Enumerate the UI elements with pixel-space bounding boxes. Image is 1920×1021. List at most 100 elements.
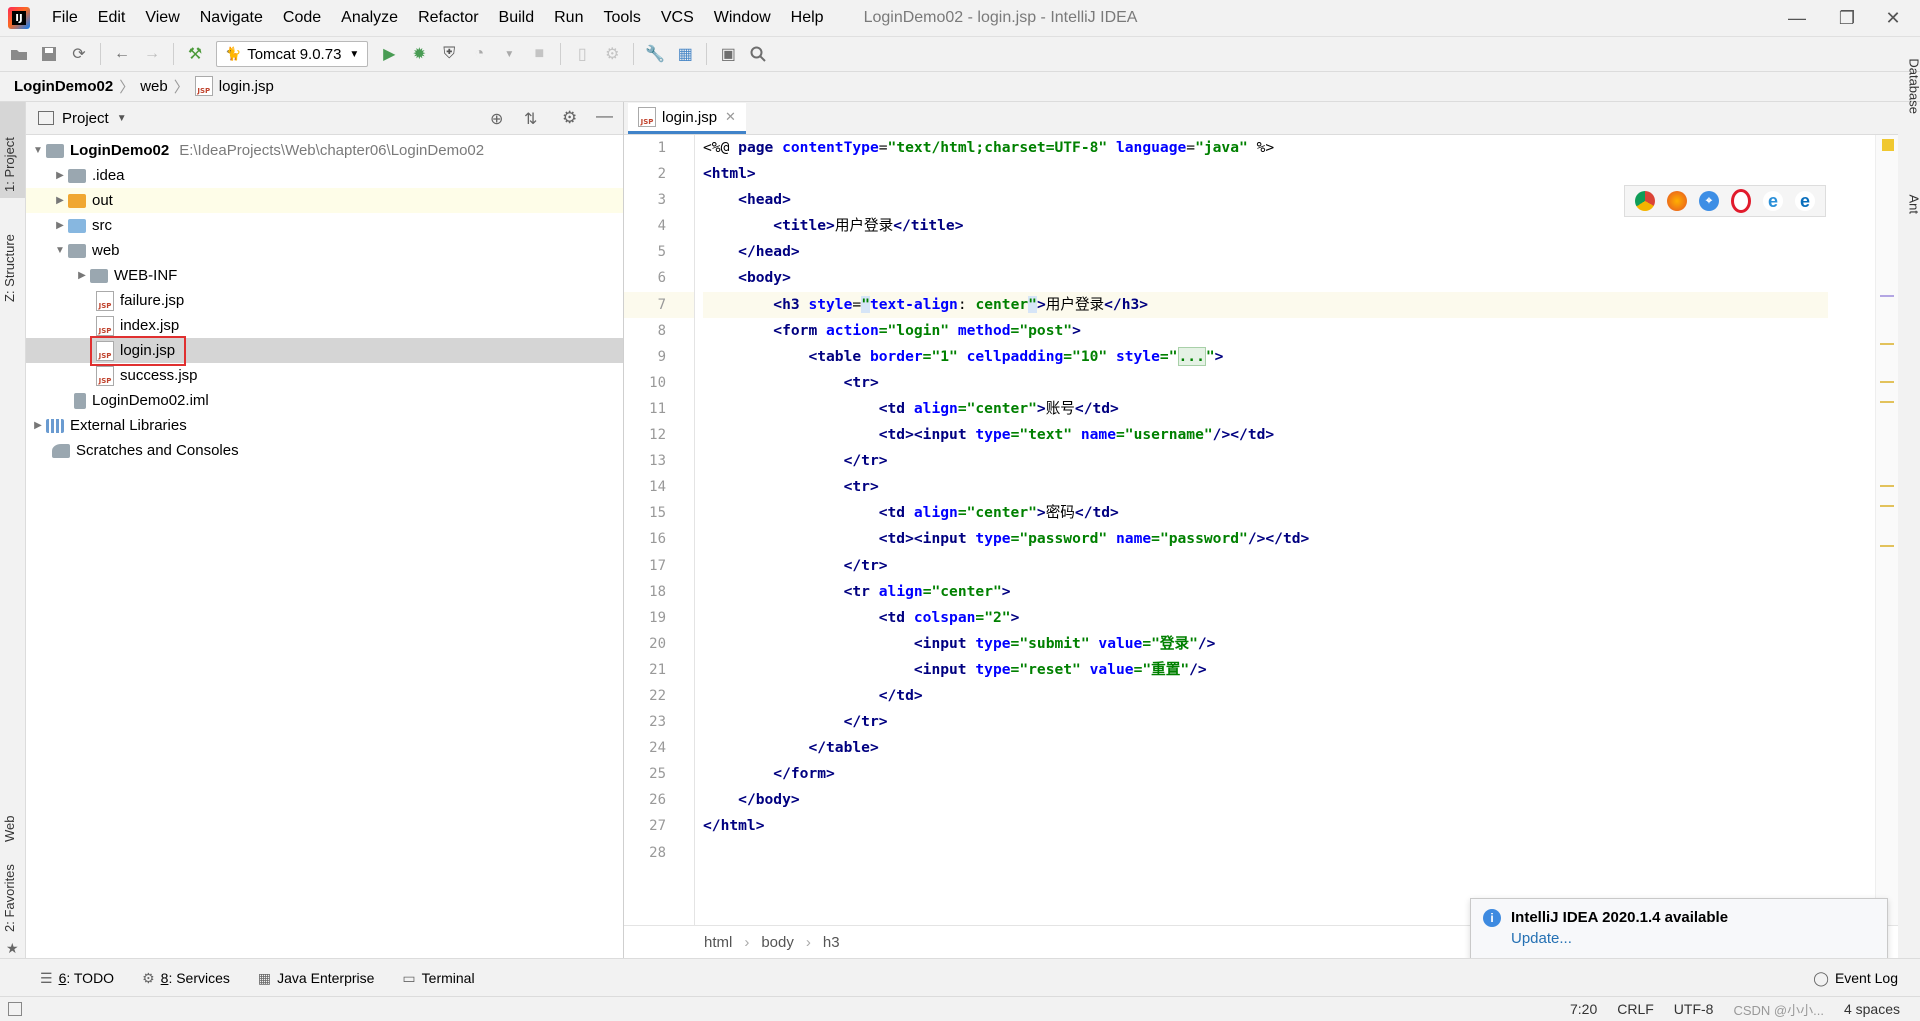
presentation-icon[interactable]: ▣ [715, 41, 741, 67]
breadcrumb-body[interactable]: body [761, 934, 794, 951]
chevron-down-icon[interactable]: ▼ [52, 245, 68, 256]
warning-marker[interactable] [1880, 401, 1894, 403]
breadcrumb-h3[interactable]: h3 [823, 934, 840, 951]
nav-crumb-web[interactable]: web [140, 78, 168, 95]
code-line[interactable]: <body> [703, 265, 1828, 291]
locate-target-icon[interactable]: ⊕ [490, 109, 503, 129]
search-icon[interactable] [745, 41, 771, 67]
code-line[interactable]: </head> [703, 239, 1828, 265]
coverage-icon[interactable]: ⛨ [436, 41, 462, 67]
tool-tab-web[interactable]: Web [2, 816, 17, 843]
chevron-down-icon[interactable]: ▼ [117, 113, 127, 124]
nav-crumb-file[interactable]: login.jsp [219, 78, 274, 95]
code-line[interactable]: <%@ page contentType="text/html;charset=… [703, 135, 1828, 161]
minimize-button[interactable]: — [1774, 0, 1820, 36]
editor-tab-login-jsp[interactable]: JSP login.jsp ✕ [628, 103, 746, 134]
code-line[interactable]: </body> [703, 787, 1828, 813]
warning-marker[interactable] [1880, 485, 1894, 487]
menu-run[interactable]: Run [544, 0, 593, 36]
error-stripe[interactable] [1875, 135, 1898, 926]
file-encoding[interactable]: UTF-8 [1664, 1001, 1724, 1017]
menu-vcs[interactable]: VCS [651, 0, 704, 36]
code-line[interactable]: <tr align="center"> [703, 579, 1828, 605]
tree-item-idea[interactable]: ▶ .idea [26, 163, 623, 188]
tool-tab-ant[interactable]: Ant [1907, 194, 1920, 214]
synchronize-icon[interactable]: ⟳ [66, 41, 92, 67]
code-editor[interactable]: <%@ page contentType="text/html;charset=… [703, 135, 1828, 926]
code-line[interactable]: <html> [703, 161, 1828, 187]
opera-icon[interactable] [1731, 189, 1751, 213]
code-line[interactable]: </html> [703, 813, 1828, 839]
tool-tab-terminal[interactable]: ▭ Terminal [388, 970, 488, 987]
code-line[interactable]: </table> [703, 735, 1828, 761]
warning-marker[interactable] [1880, 545, 1894, 547]
safari-icon[interactable]: ⌖ [1699, 191, 1719, 211]
tool-tab-java-enterprise[interactable]: ▦ Java Enterprise [244, 970, 389, 987]
chevron-right-icon[interactable]: ▶ [30, 420, 46, 431]
code-line[interactable]: </td> [703, 683, 1828, 709]
code-line[interactable]: <td><input type="password" name="passwor… [703, 526, 1828, 552]
chevron-right-icon[interactable]: ▶ [52, 220, 68, 231]
code-line[interactable]: <tr> [703, 474, 1828, 500]
tree-item-failure-jsp[interactable]: JSP failure.jsp [26, 288, 623, 313]
attach-debugger-icon[interactable]: ▯ [569, 41, 595, 67]
gear-icon[interactable]: ⚙ [562, 108, 577, 128]
menu-edit[interactable]: Edit [88, 0, 136, 36]
chrome-icon[interactable] [1635, 191, 1655, 211]
tree-item-out[interactable]: ▶ out [26, 188, 623, 213]
warning-marker[interactable] [1880, 505, 1894, 507]
toggle-tool-windows-icon[interactable] [8, 1002, 22, 1016]
menu-build[interactable]: Build [489, 0, 545, 36]
menu-view[interactable]: View [135, 0, 189, 36]
deploy-icon[interactable]: ⚙ [599, 41, 625, 67]
profile-icon[interactable]: ◔ [466, 41, 492, 67]
tool-tab-database[interactable]: Database [1907, 58, 1920, 114]
breadcrumb-html[interactable]: html [704, 934, 732, 951]
tool-tab-todo[interactable]: ☰ 6: TODO [26, 970, 128, 987]
code-line[interactable]: <input type="reset" value="重置"/> [703, 657, 1828, 683]
nav-crumb-project[interactable]: LoginDemo02 [14, 78, 113, 95]
caret-position[interactable]: 7:20 [1560, 1001, 1607, 1017]
tool-tab-project[interactable]: 1: Project [2, 137, 17, 192]
code-line[interactable]: <title>用户登录</title> [703, 213, 1828, 239]
menu-help[interactable]: Help [781, 0, 834, 36]
tool-tab-event-log[interactable]: ◯ Event Log [1799, 970, 1912, 987]
close-tab-icon[interactable]: ✕ [725, 109, 736, 125]
code-line[interactable]: <td align="center">账号</td> [703, 396, 1828, 422]
tool-tab-services[interactable]: ⚙ 8: Services [128, 970, 244, 987]
menu-refactor[interactable]: Refactor [408, 0, 488, 36]
code-line[interactable]: </tr> [703, 553, 1828, 579]
chevron-right-icon[interactable]: ▶ [52, 195, 68, 206]
back-arrow-icon[interactable]: ← [109, 41, 135, 67]
tree-item-web[interactable]: ▼ web [26, 238, 623, 263]
close-button[interactable]: ✕ [1870, 0, 1916, 36]
firefox-icon[interactable] [1667, 191, 1687, 211]
folded-code-placeholder[interactable]: ... [1177, 346, 1206, 366]
forward-arrow-icon[interactable]: → [139, 41, 165, 67]
project-structure-icon[interactable]: ▦ [672, 41, 698, 67]
tree-item-index-jsp[interactable]: JSP index.jsp [26, 313, 623, 338]
warning-marker[interactable] [1880, 381, 1894, 383]
collapse-all-icon[interactable]: ⇅ [524, 109, 537, 129]
open-folder-icon[interactable] [6, 41, 32, 67]
tree-item-external-libraries[interactable]: ▶ External Libraries [26, 413, 623, 438]
warning-marker[interactable] [1880, 343, 1894, 345]
code-line[interactable]: <td colspan="2"> [703, 605, 1828, 631]
code-line[interactable]: <input type="submit" value="登录"/> [703, 631, 1828, 657]
menu-code[interactable]: Code [273, 0, 331, 36]
code-line[interactable]: <td align="center">密码</td> [703, 500, 1828, 526]
indent-setting[interactable]: 4 spaces [1834, 1001, 1910, 1017]
debug-bug-icon[interactable]: ✹ [406, 41, 432, 67]
tool-tab-structure[interactable]: Z: Structure [2, 234, 17, 302]
code-line[interactable]: </tr> [703, 448, 1828, 474]
menu-analyze[interactable]: Analyze [331, 0, 408, 36]
menu-window[interactable]: Window [704, 0, 781, 36]
code-line[interactable]: <form action="login" method="post"> [703, 318, 1828, 344]
warning-indicator-icon[interactable] [1882, 139, 1894, 151]
tree-item-src[interactable]: ▶ src [26, 213, 623, 238]
run-configuration-dropdown[interactable]: 🐈 Tomcat 9.0.73 ▼ [216, 41, 369, 67]
hide-panel-icon[interactable]: — [596, 106, 613, 126]
settings-wrench-icon[interactable]: 🔧 [642, 41, 668, 67]
chevron-right-icon[interactable]: ▶ [74, 270, 90, 281]
tree-item-project-root[interactable]: ▼ LoginDemo02 E:\IdeaProjects\Web\chapte… [26, 138, 623, 163]
